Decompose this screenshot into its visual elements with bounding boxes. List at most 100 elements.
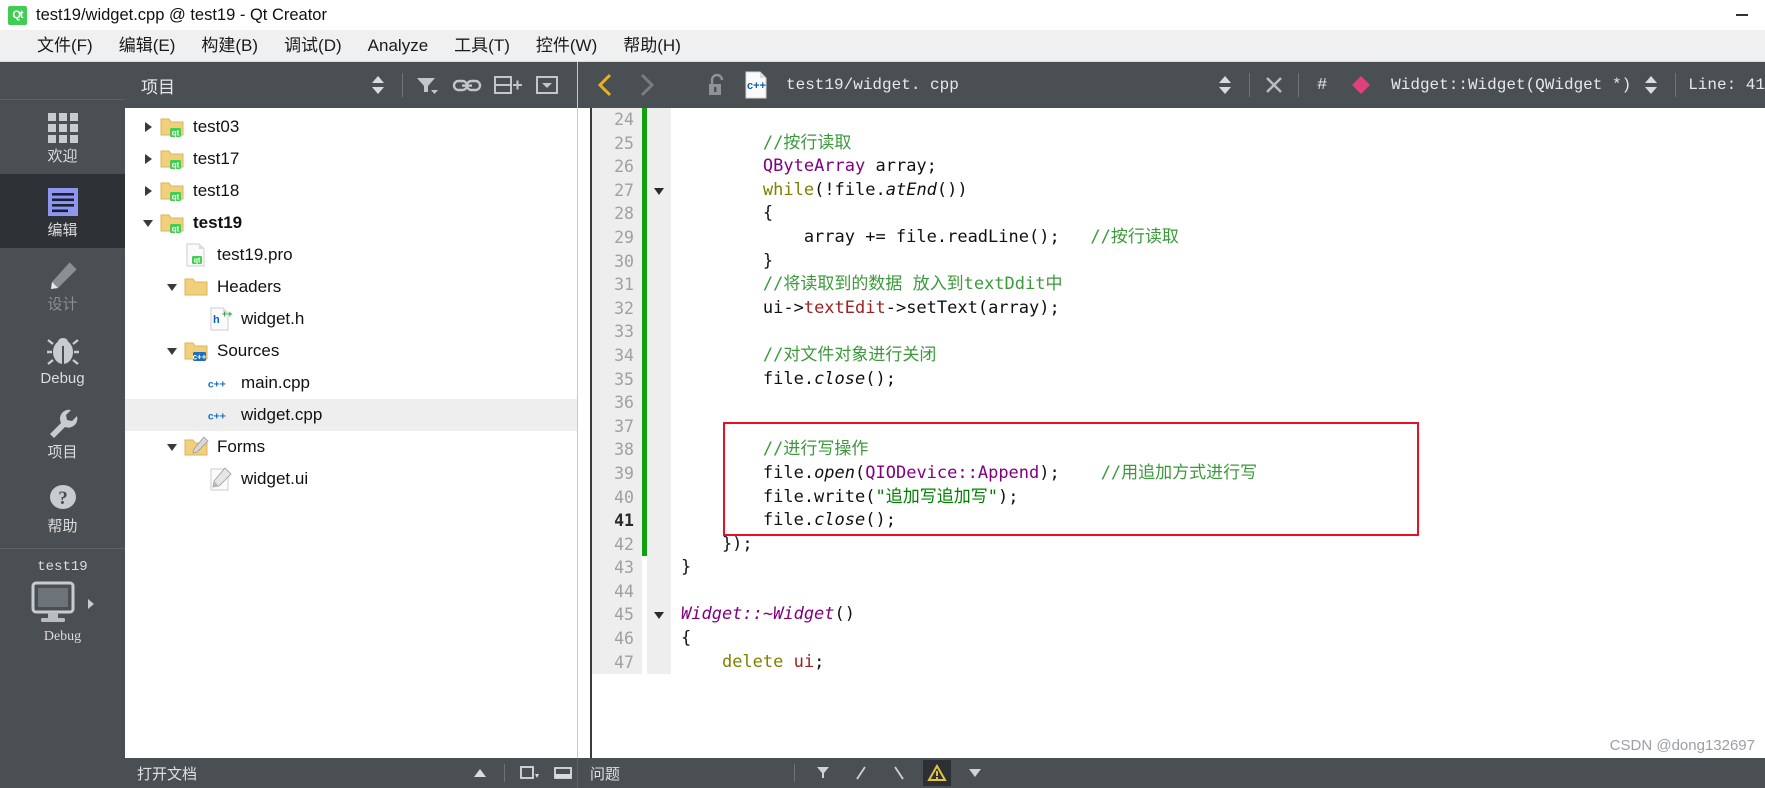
symbol-dropdown-button[interactable] [1631, 65, 1671, 105]
docs-split-icon[interactable] [515, 760, 543, 786]
issues-filter-icon[interactable] [809, 760, 837, 786]
chevron-down-icon[interactable] [165, 440, 179, 454]
tree-item-headers[interactable]: Headers [125, 271, 577, 303]
code-line[interactable]: 43} [592, 556, 1765, 580]
mode-item-3[interactable]: Debug [0, 322, 125, 396]
code-line[interactable]: 26 QByteArray array; [592, 155, 1765, 179]
fold-column[interactable] [647, 155, 671, 179]
chevron-down-icon[interactable] [165, 344, 179, 358]
fold-column[interactable] [647, 579, 671, 604]
tree-expander[interactable] [137, 111, 159, 143]
tree-item-widget-cpp[interactable]: c++ widget.cpp [125, 399, 577, 431]
tree-item-test19-pro[interactable]: qt test19.pro [125, 239, 577, 271]
code-line[interactable]: 30 } [592, 249, 1765, 274]
code-viewport[interactable]: 24 25 //按行读取 26 QByteArray array; 27 while… [592, 108, 1765, 758]
code-line[interactable]: 33 [592, 320, 1765, 344]
code-line[interactable]: 39 file.open(QIODevice::Append); //用追加方式… [592, 461, 1765, 486]
fold-column[interactable] [647, 296, 671, 321]
close-editor-button[interactable] [1254, 65, 1294, 105]
issues-prev-icon[interactable] [847, 760, 875, 786]
tree-expander[interactable] [137, 207, 159, 239]
code-line[interactable]: 46 { [592, 627, 1765, 651]
tree-item-widget-h[interactable]: h ++ widget.h [125, 303, 577, 335]
code-line[interactable]: 37 [592, 414, 1765, 439]
menu-help[interactable]: 帮助(H) [610, 30, 694, 62]
code-line[interactable]: 35 file.close(); [592, 367, 1765, 392]
current-symbol[interactable]: Widget::Widget(QWidget *) [1391, 76, 1631, 94]
split-add-icon[interactable] [487, 65, 527, 105]
fold-column[interactable] [647, 108, 671, 132]
tree-item-test19[interactable]: qt test19 [125, 207, 577, 239]
include-hierarchy-button[interactable]: # [1303, 76, 1341, 95]
code-line[interactable]: 29 array += file.readLine(); //按行读取 [592, 225, 1765, 250]
fold-column[interactable] [647, 320, 671, 344]
chevron-right-icon[interactable] [141, 152, 155, 166]
close-dock-icon[interactable] [527, 65, 567, 105]
fold-column[interactable] [647, 343, 671, 368]
fold-column[interactable] [647, 532, 671, 557]
fold-column[interactable] [647, 603, 671, 628]
docs-up-icon[interactable] [466, 760, 494, 786]
fold-column[interactable] [647, 131, 671, 156]
code-line[interactable]: 24 [592, 108, 1765, 132]
code-line[interactable]: 28 { [592, 202, 1765, 226]
fold-column[interactable] [647, 556, 671, 580]
project-tree[interactable]: qt test03 qt test17 qt test18 qt test19 … [125, 108, 577, 758]
menu-edit[interactable]: 编辑(E) [106, 30, 189, 62]
code-editor[interactable]: 24 25 //按行读取 26 QByteArray array; 27 while… [578, 108, 1765, 758]
code-line[interactable]: 25 //按行读取 [592, 131, 1765, 156]
code-line[interactable]: 40 file.write("追加写追加写"); [592, 485, 1765, 510]
issues-next-icon[interactable] [885, 760, 913, 786]
code-line[interactable]: 36 [592, 391, 1765, 415]
issues-warning-icon[interactable] [923, 760, 952, 786]
tree-expander[interactable] [137, 143, 159, 175]
menu-analyze[interactable]: Analyze [355, 30, 441, 62]
mode-item-0[interactable]: 欢迎 [0, 100, 125, 174]
tree-expander[interactable] [161, 431, 183, 463]
filter-icon[interactable] [407, 65, 447, 105]
fold-column[interactable] [647, 461, 671, 486]
kit-expand-arrow-icon[interactable] [85, 596, 97, 612]
fold-column[interactable] [647, 509, 671, 533]
fold-column[interactable] [647, 414, 671, 439]
fold-down-icon[interactable] [652, 184, 666, 198]
lock-toggle-button[interactable] [696, 65, 736, 105]
kit-selector[interactable]: test19 Debug [0, 549, 125, 645]
mode-item-1[interactable]: 编辑 [0, 174, 125, 248]
tree-item-forms[interactable]: Forms [125, 431, 577, 463]
tree-item-main-cpp[interactable]: c++ main.cpp [125, 367, 577, 399]
code-line[interactable]: 38 //进行写操作 [592, 438, 1765, 462]
code-line[interactable]: 32 ui->textEdit->setText(array); [592, 296, 1765, 321]
issues-collapse-icon[interactable] [961, 760, 989, 786]
tree-item-test03[interactable]: qt test03 [125, 111, 577, 143]
menu-tools[interactable]: 工具(T) [441, 30, 523, 62]
tree-item-test18[interactable]: qt test18 [125, 175, 577, 207]
code-line[interactable]: 47 delete ui; [592, 650, 1765, 675]
sort-filter-updown-icon[interactable] [358, 65, 398, 105]
code-line[interactable]: 44 [592, 579, 1765, 604]
fold-column[interactable] [647, 273, 671, 297]
fold-column[interactable] [647, 485, 671, 510]
fold-column[interactable] [647, 249, 671, 274]
link-with-editor-icon[interactable] [447, 65, 487, 105]
navigate-forward-button[interactable] [626, 65, 666, 105]
fold-column[interactable] [647, 627, 671, 651]
code-line[interactable]: 27 while(!file.atEnd()) [592, 178, 1765, 203]
minimize-button[interactable] [1719, 0, 1765, 30]
fold-column[interactable] [647, 202, 671, 226]
menu-debug[interactable]: 调试(D) [271, 30, 355, 62]
code-line[interactable]: 31 //将读取到的数据 放入到textDdit中 [592, 273, 1765, 297]
fold-column[interactable] [647, 178, 671, 203]
tree-expander[interactable] [161, 335, 183, 367]
code-line[interactable]: 41 file.close(); [592, 509, 1765, 533]
tree-expander[interactable] [161, 271, 183, 303]
code-line[interactable]: 42 }); [592, 532, 1765, 557]
open-documents-pane[interactable]: 打开文档 [125, 758, 578, 788]
fold-column[interactable] [647, 438, 671, 462]
tree-item-test17[interactable]: qt test17 [125, 143, 577, 175]
fold-column[interactable] [647, 391, 671, 415]
menu-build[interactable]: 构建(B) [188, 30, 271, 62]
mode-item-5[interactable]: ? 帮助 [0, 470, 125, 544]
fold-down-icon[interactable] [652, 608, 666, 622]
fold-column[interactable] [647, 225, 671, 250]
